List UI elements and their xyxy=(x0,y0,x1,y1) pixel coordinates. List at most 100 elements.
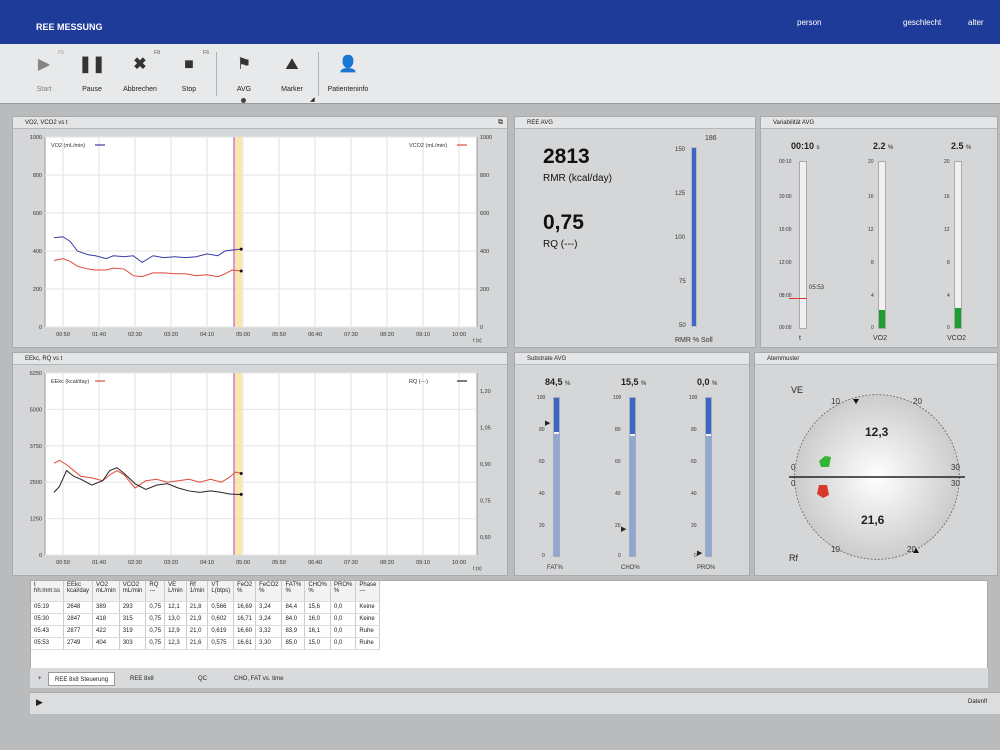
column-header[interactable]: VT L(btps) xyxy=(207,581,235,602)
rmr-bar-fill xyxy=(692,148,696,326)
column-header[interactable]: Phase --- xyxy=(355,581,381,602)
column-header[interactable]: VCO2 mL/min xyxy=(119,581,147,602)
column-header[interactable]: FeO2% xyxy=(233,581,257,602)
column-header[interactable]: PRO%% xyxy=(330,581,357,602)
y-tick-label: 2500 xyxy=(30,480,42,486)
pro-tick: 40 xyxy=(691,491,697,497)
vco2-label: VCO2 xyxy=(947,335,967,342)
rmr-bar-track xyxy=(691,147,697,327)
table-cell: 15,0 xyxy=(304,637,332,650)
t-tick: 20:00 xyxy=(779,194,792,200)
fat-label: FAT% xyxy=(547,565,563,571)
cho-tick: 80 xyxy=(615,427,621,433)
rmr-tick: 50 xyxy=(679,323,686,329)
vo2-tick: 8 xyxy=(871,260,874,266)
cancel-button[interactable]: F8 ✖ Abbrechen xyxy=(114,50,166,100)
cho-tick: 40 xyxy=(615,491,621,497)
patient-info-button[interactable]: 👤 Patienteninfo xyxy=(320,52,376,100)
column-header[interactable]: Rf 1/min xyxy=(186,581,209,602)
maximize-icon[interactable]: ⧉ xyxy=(498,117,503,129)
x-axis-label: t (s) xyxy=(473,566,482,572)
rmr-tick: 125 xyxy=(675,191,686,197)
table-cell: 16,0 xyxy=(304,613,332,626)
y2-tick-label: 1,05 xyxy=(480,426,491,432)
avg-button[interactable]: ⚑ AVG xyxy=(218,52,270,103)
y2-tick-label: 600 xyxy=(480,211,489,217)
column-header[interactable]: FeCO2% xyxy=(255,581,283,602)
table-cell: 3,30 xyxy=(255,637,283,650)
rmr-unit: RMR (kcal/day) xyxy=(543,173,612,184)
table-row[interactable]: 05:53 2749 404 303 0,75 12,3 21,6 0,575 16,61 3,3… xyxy=(31,637,381,650)
ree-avg-panel: REE AVG 2813 RMR (kcal/day) 0,75 RQ (---… xyxy=(514,116,756,348)
vco2-var-value: 2.5 % xyxy=(951,141,972,151)
table-cell: 21,8 xyxy=(186,601,209,614)
table-cell: 21,9 xyxy=(186,613,209,626)
fat-tick: 20 xyxy=(539,523,545,529)
table-cell: 3,24 xyxy=(255,601,283,614)
add-tab-button[interactable]: + xyxy=(32,672,48,686)
ve-tick: 0 xyxy=(791,463,796,472)
vo2-vco2-chart: 00:50 01:40 02:30 03:20 04:10 05:00 05:50 06:40… xyxy=(30,135,493,344)
panel-title: Atemmuster xyxy=(767,356,800,362)
x-tick-label: 10:00 xyxy=(452,560,466,566)
tab-ree-8x8[interactable]: REE 8x8 xyxy=(124,672,160,686)
x-tick-label: 07:30 xyxy=(344,332,358,338)
x-tick-label: 05:50 xyxy=(272,332,286,338)
x-tick-label: 07:30 xyxy=(344,560,358,566)
pro-tick: 20 xyxy=(691,523,697,529)
column-header[interactable]: VO2 mL/min xyxy=(92,581,120,602)
pro-tick: 80 xyxy=(691,427,697,433)
column-header[interactable]: VE L/min xyxy=(164,581,187,602)
t-bar xyxy=(799,161,807,329)
x-tick-label: 05:50 xyxy=(272,560,286,566)
rq-unit: RQ (---) xyxy=(543,239,578,250)
vo2-vco2-panel: VO2, VCO2 vs t ⧉ 00:50 01:40 02:30 03:20 04:1… xyxy=(12,116,508,348)
marker-dropdown-icon[interactable]: ◢ xyxy=(310,96,315,103)
tab-bar: + REE 8x8 Steuerung REE 8x8 QC CHO, FAT … xyxy=(30,668,988,688)
x-tick-label: 03:20 xyxy=(164,332,178,338)
tab-qc[interactable]: QC xyxy=(192,672,213,686)
breathing-pattern-panel: Atemmuster VE Rf 12,3 21,6 10 20 30 0 0 … xyxy=(754,352,998,576)
avg-label: AVG xyxy=(236,86,252,93)
x-tick-label: 06:40 xyxy=(308,560,322,566)
panel-header: REE AVG xyxy=(515,117,755,129)
table-cell: 16,69 xyxy=(233,601,257,614)
column-header[interactable]: t hh:mm:ss xyxy=(31,581,65,602)
expand-icon[interactable]: ▶ xyxy=(36,697,43,708)
table-row[interactable]: 05:19 2648 389 293 0,75 12,1 21,8 0,566 16,69 3,2… xyxy=(31,601,381,614)
panel-header: EEkc, RQ vs t xyxy=(13,353,507,365)
table-cell: 2877 xyxy=(63,625,94,638)
y2-tick-label: 400 xyxy=(480,249,489,255)
x-tick-label: 10:00 xyxy=(452,332,466,338)
tab-ree-8x8-steuerung[interactable]: REE 8x8 Steuerung xyxy=(48,672,116,686)
start-button[interactable]: F5 ▶ Start xyxy=(18,50,70,100)
series-end-point xyxy=(239,492,243,496)
x-tick-label: 09:10 xyxy=(416,332,430,338)
status-right-text: Datenfl xyxy=(968,699,988,705)
column-header[interactable]: CHO%% xyxy=(304,581,332,602)
tab-cho-fat-vs-time[interactable]: CHO, FAT vs. time xyxy=(228,672,289,686)
column-header[interactable]: FAT%% xyxy=(281,581,306,602)
vco2-tick: 4 xyxy=(947,293,950,299)
table-cell: 319 xyxy=(119,625,147,638)
marker-icon: ⛰ xyxy=(285,56,299,73)
t-tick: 16:00 xyxy=(779,227,792,233)
column-header[interactable]: RQ --- xyxy=(145,581,166,602)
y-tick-label: 600 xyxy=(33,211,42,217)
vco2-tick: 12 xyxy=(944,227,950,233)
cho-tick: 60 xyxy=(615,459,621,465)
y2-tick-label: 800 xyxy=(480,173,489,179)
pause-button[interactable]: ❚❚ Pause xyxy=(66,52,118,100)
vco2-tick: 16 xyxy=(944,194,950,200)
column-header[interactable]: EEkc kcal/day xyxy=(63,581,94,602)
stop-button[interactable]: F6 ■ Stop xyxy=(163,50,215,100)
marker-button[interactable]: ⛰ Marker ◢ xyxy=(266,52,318,103)
pro-tick: 60 xyxy=(691,459,697,465)
series-end-point xyxy=(239,269,243,273)
table-row[interactable]: 05:43 2877 422 319 0,75 12,9 21,0 0,619 16,60 3,3… xyxy=(31,625,381,638)
table-row[interactable]: 05:30 2847 418 315 0,75 13,0 21,9 0,602 16,71 3,2… xyxy=(31,613,381,626)
flag-icon: ⚑ xyxy=(236,56,252,73)
x-tick-label: 00:50 xyxy=(56,560,70,566)
marker-band xyxy=(234,373,242,555)
panel-header: Variabilität AVG xyxy=(761,117,997,129)
